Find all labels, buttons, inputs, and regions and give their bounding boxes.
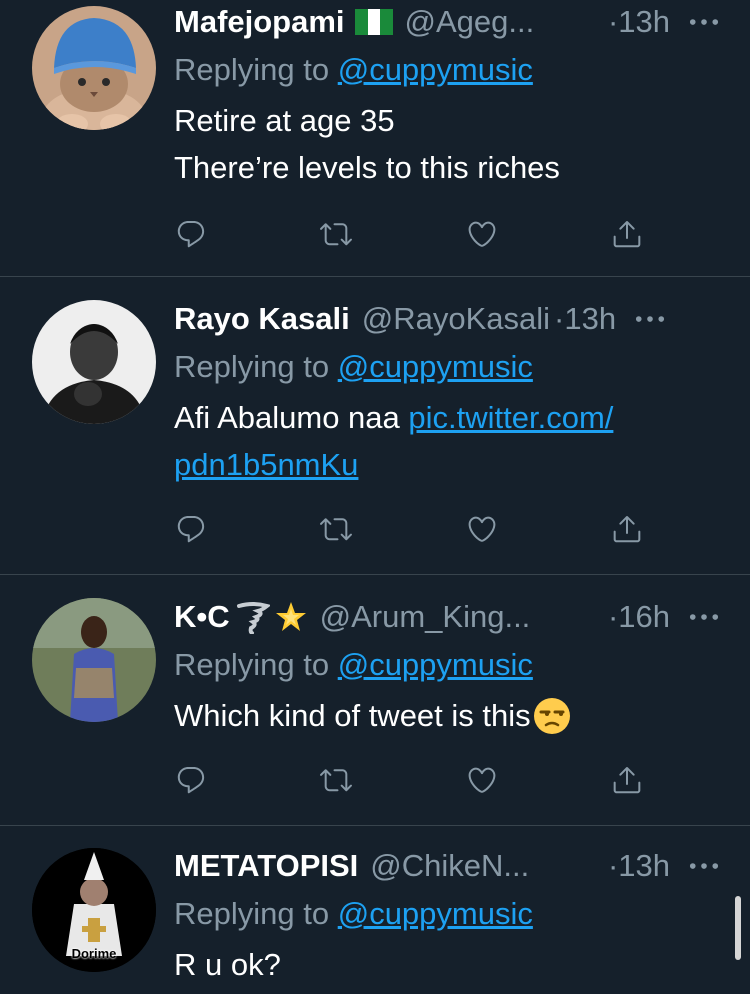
tweet-text-line: Retire at age 35 [174, 103, 395, 138]
tweet-text-content: Which kind of tweet is this [174, 698, 531, 733]
tweet-text: Retire at age 35 There’re levels to this… [174, 97, 720, 191]
tweet-text-line: There’re levels to this riches [174, 150, 560, 185]
pic-link[interactable]: pdn1b5nmKu [174, 447, 358, 482]
display-name[interactable]: Rayo Kasali [174, 301, 350, 337]
retweet-icon[interactable] [319, 512, 353, 546]
timestamp[interactable]: ·13h [602, 848, 670, 884]
tweet-text: Which kind of tweet is this [174, 692, 720, 739]
pic-link[interactable]: pic.twitter.com/ [408, 400, 613, 435]
reply-icon[interactable] [174, 217, 208, 251]
avatar[interactable] [32, 598, 156, 722]
mention-link[interactable]: @cuppymusic [338, 349, 533, 384]
replying-to: Replying to @cuppymusic [174, 896, 533, 931]
user-handle[interactable]: @Ageg... [405, 4, 535, 40]
like-icon[interactable] [465, 512, 499, 546]
tweet-text: Afi Abalumo naa pic.twitter.com/ pdn1b5n… [174, 394, 720, 488]
person-avatar-icon [32, 598, 156, 722]
tweet-text-content: Afi Abalumo naa [174, 400, 409, 435]
user-handle[interactable]: @Arum_King... [320, 599, 531, 635]
more-options-icon[interactable] [634, 315, 666, 323]
avatar[interactable]: Dorime [32, 848, 156, 972]
tweet[interactable]: Rayo Kasali @RayoKasali ·13h Replying to… [0, 277, 750, 574]
avatar[interactable] [32, 300, 156, 424]
replying-to: Replying to @cuppymusic [174, 647, 533, 682]
tweet[interactable]: Mafejopami @Ageg... ·13h Replying to @cu… [0, 0, 750, 276]
like-icon[interactable] [465, 217, 499, 251]
reply-icon[interactable] [174, 763, 208, 797]
more-options-icon[interactable] [688, 613, 720, 621]
tweet-header: Rayo Kasali @RayoKasali ·13h [174, 297, 720, 341]
like-icon[interactable] [465, 763, 499, 797]
nigeria-flag-icon [354, 9, 393, 35]
replying-to: Replying to @cuppymusic [174, 52, 533, 87]
scrollbar[interactable] [735, 896, 741, 960]
display-name[interactable]: Mafejopami [174, 4, 345, 40]
display-name[interactable]: K•C [174, 599, 230, 635]
share-icon[interactable] [610, 217, 644, 251]
retweet-icon[interactable] [319, 763, 353, 797]
tweet-text-content: R u ok? [174, 947, 281, 982]
avatar[interactable] [32, 6, 156, 130]
tweet-actions [174, 214, 644, 254]
tweet-text: R u ok? [174, 941, 720, 988]
tweet-header: METATOPISI @ChikeN... ·13h [174, 844, 720, 888]
timestamp[interactable]: ·16h [602, 599, 670, 635]
unamused-face-emoji [533, 697, 571, 735]
mention-link[interactable]: @cuppymusic [338, 647, 533, 682]
display-name[interactable]: METATOPISI [174, 848, 358, 884]
mention-link[interactable]: @cuppymusic [338, 52, 533, 87]
tornado-emoji [236, 600, 270, 634]
share-icon[interactable] [610, 763, 644, 797]
retweet-icon[interactable] [319, 217, 353, 251]
glowing-star-emoji [274, 600, 308, 634]
user-handle[interactable]: @RayoKasali [362, 301, 550, 337]
avatar-caption: Dorime [71, 946, 117, 961]
cat-avatar-icon [32, 6, 156, 130]
reply-icon[interactable] [174, 512, 208, 546]
tweet-actions [174, 760, 644, 800]
tweet-header: Mafejopami @Ageg... ·13h [174, 0, 720, 44]
user-handle[interactable]: @ChikeN... [370, 848, 529, 884]
tweet[interactable]: K•C @Arum_King... ·16h Replying to @cupp… [0, 575, 750, 825]
tweet[interactable]: Dorime METATOPISI @ChikeN... ·13h Replyi… [0, 826, 750, 994]
tweet-actions [174, 509, 644, 549]
portrait-avatar-icon [32, 300, 156, 424]
share-icon[interactable] [610, 512, 644, 546]
replying-to: Replying to @cuppymusic [174, 349, 533, 384]
more-options-icon[interactable] [688, 18, 720, 26]
timestamp[interactable]: ·13h [602, 4, 670, 40]
timestamp[interactable]: ·13h [554, 301, 616, 337]
more-options-icon[interactable] [688, 862, 720, 870]
mention-link[interactable]: @cuppymusic [338, 896, 533, 931]
tweet-header: K•C @Arum_King... ·16h [174, 595, 720, 639]
